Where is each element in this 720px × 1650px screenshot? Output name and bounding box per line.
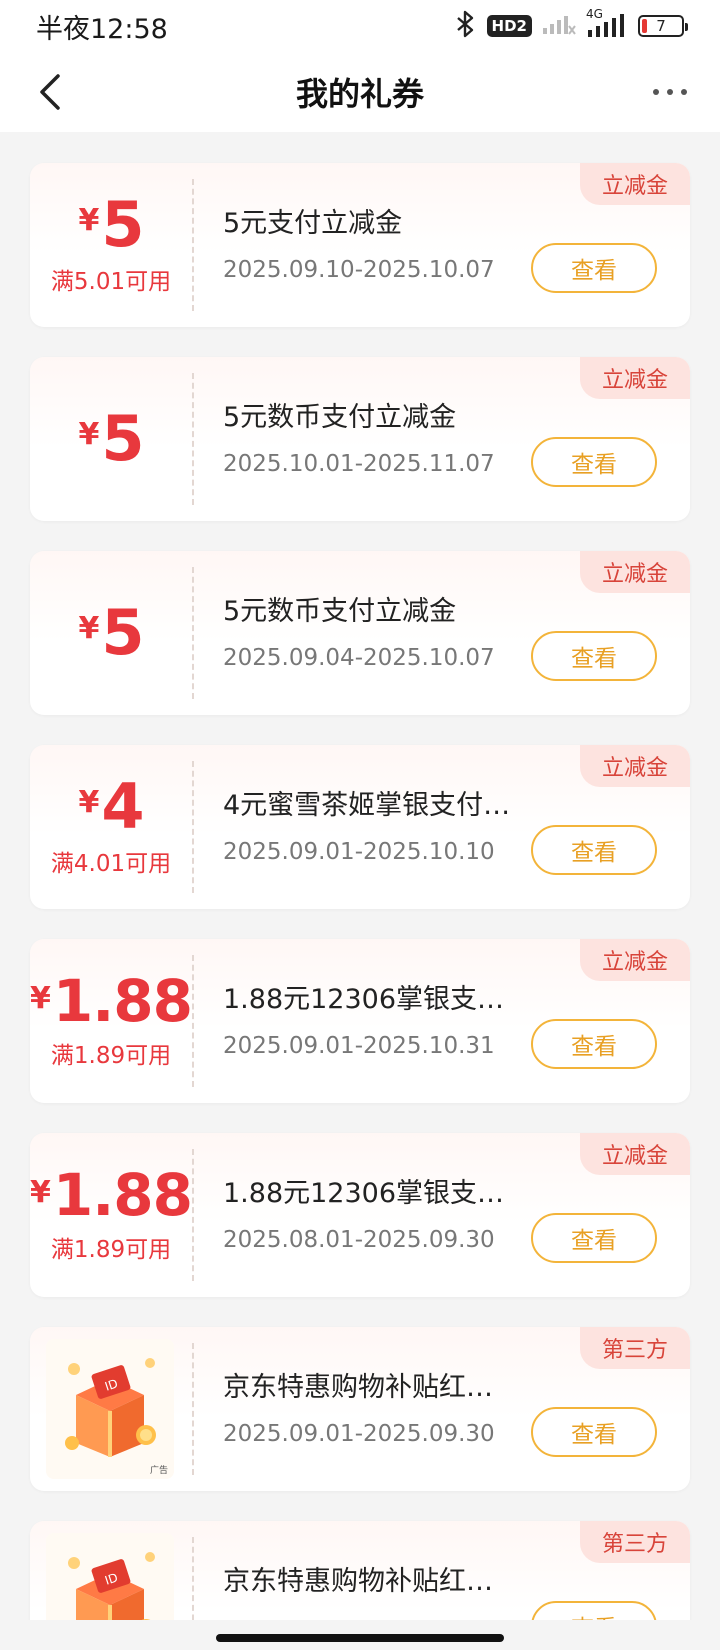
coupon-card-5[interactable]: ¥ 1.88 满1.89可用 1.88元12306掌银支… 2025.09.01… (30, 939, 690, 1103)
usage-condition: 满5.01可用 (50, 269, 172, 295)
currency-symbol: ¥ (30, 981, 51, 1016)
coupon-title: 5元数币支付立减金 (223, 402, 457, 433)
back-button[interactable] (26, 68, 74, 116)
amount-number: 5 (101, 596, 144, 669)
dashed-divider (192, 1149, 194, 1281)
coupon-title: 5元数币支付立减金 (223, 596, 457, 627)
coupon-title: 京东特惠购物补贴红… (223, 1372, 493, 1403)
coupon-type-tag: 第三方 (580, 1521, 690, 1563)
amount-number: 5 (101, 402, 144, 475)
coupon-card-1[interactable]: ¥ 5 满5.01可用 5元支付立减金 2025.09.10-2025.10.0… (30, 163, 690, 327)
coupon-title: 京东特惠购物补贴红… (223, 1566, 493, 1597)
coupon-value: ¥ 5 满5.01可用 (30, 163, 192, 327)
currency-symbol: ¥ (30, 1175, 51, 1210)
currency-symbol: ¥ (78, 417, 100, 452)
coupon-value: ¥ 5 (30, 551, 192, 715)
gift-box-image: ID 广告 (46, 1339, 174, 1479)
coupon-amount: ¥ 5 (78, 402, 144, 475)
view-button[interactable]: 查看 (531, 1019, 657, 1069)
signal-4g-icon: 4G (586, 7, 628, 39)
battery-icon: 7 (638, 15, 688, 37)
home-indicator[interactable] (216, 1634, 504, 1642)
signal-weak-icon (542, 12, 576, 40)
coupon-amount: ¥ 1.88 (30, 1161, 193, 1229)
amount-number: 4 (101, 770, 144, 843)
amount-number: 5 (101, 188, 144, 261)
coupon-title: 1.88元12306掌银支… (223, 1178, 505, 1209)
chevron-left-icon (40, 74, 60, 110)
coupon-value: ¥ 4 满4.01可用 (30, 745, 192, 909)
coupon-validity: 2025.09.01-2025.09.30 (223, 1421, 495, 1447)
coupon-validity: 2025.09.01-2025.10.31 (223, 1033, 495, 1059)
coupon-value: ¥ 1.88 满1.89可用 (30, 1133, 193, 1297)
coupon-type-tag: 立减金 (580, 1133, 690, 1175)
coupon-type-tag: 立减金 (580, 163, 690, 205)
view-button[interactable]: 查看 (531, 243, 657, 293)
dashed-divider (192, 955, 194, 1087)
coupon-amount: ¥ 5 (78, 188, 144, 261)
coupon-card-2[interactable]: ¥ 5 5元数币支付立减金 2025.10.01-2025.11.07 立减金 … (30, 357, 690, 521)
dashed-divider (192, 1343, 194, 1475)
svg-text:广告: 广告 (150, 1464, 168, 1476)
coupon-value: ID 广告 (30, 1327, 192, 1491)
dashed-divider (192, 373, 194, 505)
status-icons: HD2 4G 7 (455, 7, 688, 42)
coupon-type-tag: 立减金 (580, 745, 690, 787)
more-button[interactable] (646, 68, 694, 116)
hd-badge: HD2 (486, 15, 532, 37)
coupon-type-tag: 立减金 (580, 357, 690, 399)
dashed-divider (192, 179, 194, 311)
view-button[interactable]: 查看 (531, 825, 657, 875)
currency-symbol: ¥ (78, 611, 100, 646)
coupon-validity: 2025.09.10-2025.10.07 (223, 257, 495, 283)
coupon-card-6[interactable]: ¥ 1.88 满1.89可用 1.88元12306掌银支… 2025.08.01… (30, 1133, 690, 1297)
coupon-validity: 2025.10.01-2025.11.07 (223, 451, 495, 477)
coupon-type-tag: 立减金 (580, 551, 690, 593)
amount-number: 1.88 (52, 1161, 193, 1229)
currency-symbol: ¥ (78, 785, 100, 820)
nav-bar: 我的礼券 (0, 52, 720, 132)
coupon-value: ¥ 1.88 满1.89可用 (30, 939, 193, 1103)
usage-condition: 满4.01可用 (50, 851, 172, 877)
coupon-amount: ¥ 1.88 (30, 967, 193, 1035)
coupon-amount: ¥ 5 (78, 596, 144, 669)
usage-condition: 满1.89可用 (50, 1043, 172, 1069)
status-bar: 半夜12:58 HD2 4G 7 (0, 0, 720, 52)
dashed-divider (192, 761, 194, 893)
view-button[interactable]: 查看 (531, 1407, 657, 1457)
more-dots-icon (653, 89, 687, 95)
coupon-card-7[interactable]: ID 广告 京东特惠购物补贴红… 2025.09.01-2025.09.30 第… (30, 1327, 690, 1491)
coupon-title: 4元蜜雪茶姬掌银支付… (223, 790, 511, 821)
coupon-amount: ¥ 4 (78, 770, 144, 843)
coupon-list: ¥ 5 满5.01可用 5元支付立减金 2025.09.10-2025.10.0… (30, 163, 690, 1650)
view-button[interactable]: 查看 (531, 1213, 657, 1263)
coupon-title: 1.88元12306掌银支… (223, 984, 505, 1015)
coupon-title: 5元支付立减金 (223, 208, 403, 239)
dashed-divider (192, 567, 194, 699)
amount-number: 1.88 (52, 967, 193, 1035)
coupon-type-tag: 第三方 (580, 1327, 690, 1369)
bluetooth-icon (455, 10, 477, 42)
status-time: 半夜12:58 (36, 13, 168, 45)
page-title: 我的礼券 (295, 75, 424, 113)
usage-condition: 满1.89可用 (50, 1237, 172, 1263)
coupon-value: ¥ 5 (30, 357, 192, 521)
view-button[interactable]: 查看 (531, 631, 657, 681)
coupon-type-tag: 立减金 (580, 939, 690, 981)
coupon-validity: 2025.08.01-2025.09.30 (223, 1227, 495, 1253)
coupon-validity: 2025.09.04-2025.10.07 (223, 645, 495, 671)
currency-symbol: ¥ (78, 203, 100, 238)
coupon-card-3[interactable]: ¥ 5 5元数币支付立减金 2025.09.04-2025.10.07 立减金 … (30, 551, 690, 715)
coupon-validity: 2025.09.01-2025.10.10 (223, 839, 495, 865)
coupon-card-4[interactable]: ¥ 4 满4.01可用 4元蜜雪茶姬掌银支付… 2025.09.01-2025.… (30, 745, 690, 909)
view-button[interactable]: 查看 (531, 437, 657, 487)
